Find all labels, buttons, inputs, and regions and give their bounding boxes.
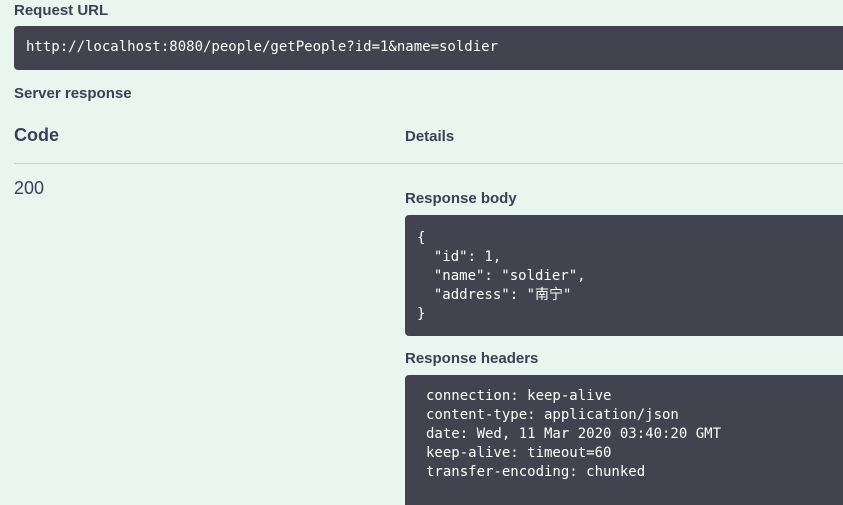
response-body-line: } (417, 306, 426, 322)
response-body-line: "name": "soldier", (417, 268, 586, 284)
response-status-code: 200 (14, 178, 45, 198)
response-body-code-block[interactable]: { "id": 1, "name": "soldier", "address":… (405, 215, 843, 336)
response-header-line: keep-alive: timeout=60 (426, 445, 612, 461)
response-header-line: transfer-encoding: chunked (426, 464, 646, 480)
response-headers-code-block[interactable]: connection: keep-alive content-type: appl… (405, 375, 843, 505)
request-url-value[interactable]: http://localhost:8080/people/getPeople?i… (14, 26, 843, 70)
details-column-header: Details (405, 128, 455, 145)
table-header-divider (14, 163, 843, 164)
response-body-label: Response body (405, 190, 517, 207)
server-response-label: Server response (14, 85, 132, 102)
request-url-label: Request URL (14, 2, 109, 19)
response-header-line: date: Wed, 11 Mar 2020 03:40:20 GMT (426, 426, 722, 442)
code-column-header: Code (14, 125, 59, 145)
response-body-line: { (417, 230, 426, 246)
response-headers-label: Response headers (405, 350, 539, 367)
response-body-line: "address": "南宁" (417, 287, 572, 303)
response-body-line: "id": 1, (417, 249, 502, 265)
response-header-line: connection: keep-alive (426, 388, 612, 404)
response-header-line: content-type: application/json (426, 407, 679, 423)
